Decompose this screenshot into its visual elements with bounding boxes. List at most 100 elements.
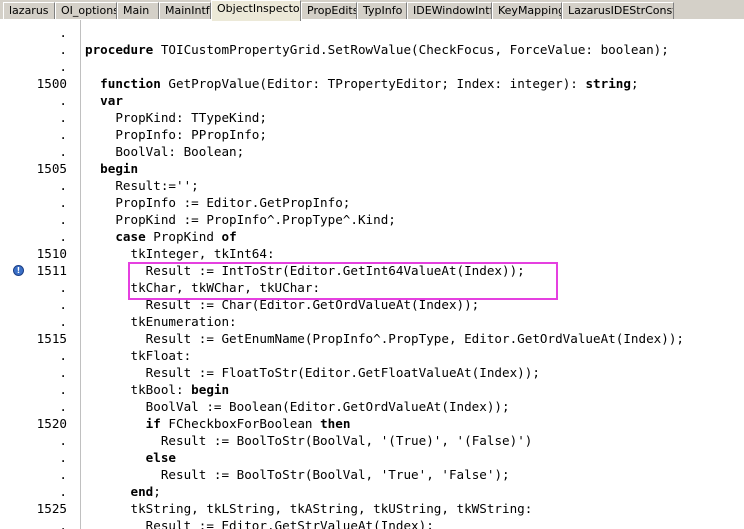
code-line[interactable]: . Result := FloatToStr(Editor.GetFloatVa… — [0, 364, 744, 381]
line-number: . — [59, 484, 67, 499]
line-number: . — [59, 280, 67, 295]
code-text: BoolVal := Boolean(Editor.GetOrdValueAt(… — [85, 399, 510, 414]
tab-main[interactable]: Main — [117, 2, 159, 20]
code-text: tkChar, tkWChar, tkUChar: — [85, 280, 321, 295]
line-number: 1505 — [36, 161, 67, 176]
code-line[interactable]: 1515 Result := GetEnumName(PropInfo^.Pro… — [0, 330, 744, 347]
tab-oi-options[interactable]: OI_options — [55, 2, 117, 20]
line-number: . — [59, 229, 67, 244]
code-line[interactable]: 1511! Result := IntToStr(Editor.GetInt64… — [0, 262, 744, 279]
tab-idewindowintf[interactable]: IDEWindowIntf — [407, 2, 492, 20]
line-number: . — [59, 450, 67, 465]
code-text: PropKind := PropInfo^.PropType^.Kind; — [85, 212, 396, 227]
code-line[interactable]: . else — [0, 449, 744, 466]
code-line[interactable]: . PropKind := PropInfo^.PropType^.Kind; — [0, 211, 744, 228]
breakpoint-marker-icon[interactable]: ! — [13, 265, 24, 276]
tab-bar-divider — [0, 19, 744, 20]
code-line[interactable]: . tkChar, tkWChar, tkUChar: — [0, 279, 744, 296]
code-line[interactable]: . procedure TOICustomPropertyGrid.SetRowV… — [0, 41, 744, 58]
code-line[interactable]: . Result := BoolToStr(BoolVal, '(True)',… — [0, 432, 744, 449]
code-line[interactable]: . Result := BoolToStr(BoolVal, 'True', '… — [0, 466, 744, 483]
code-text: else — [145, 450, 177, 465]
code-line[interactable]: . — [0, 24, 744, 41]
code-text: PropInfo: PPropInfo; — [85, 127, 267, 142]
code-line[interactable]: . tkEnumeration: — [0, 313, 744, 330]
tab-mainintf[interactable]: MainIntf — [159, 2, 211, 20]
code-line[interactable]: . Result := Editor.GetStrValueAt(Index); — [0, 517, 744, 529]
line-number: . — [59, 110, 67, 125]
code-text: Result := GetEnumName(PropInfo^.PropType… — [85, 331, 684, 346]
code-line[interactable]: 1525 tkString, tkLString, tkAString, tkU… — [0, 500, 744, 517]
code-line[interactable]: . PropKind: TTypeKind; — [0, 109, 744, 126]
line-number: . — [59, 178, 67, 193]
code-text: end; — [130, 484, 161, 499]
tab-objectinspector[interactable]: ObjectInspector — [211, 0, 301, 21]
code-text: case PropKind of — [115, 229, 237, 244]
code-text: Result:=''; — [85, 178, 199, 193]
code-text: Result := IntToStr(Editor.GetInt64ValueA… — [85, 263, 525, 278]
code-line[interactable]: . PropInfo := Editor.GetPropInfo; — [0, 194, 744, 211]
line-number: . — [59, 467, 67, 482]
line-number: 1511 — [36, 263, 67, 278]
code-text: if FCheckboxForBoolean then — [145, 416, 351, 431]
code-text: var — [100, 93, 123, 108]
code-line[interactable]: . — [0, 58, 744, 75]
code-text: Result := BoolToStr(BoolVal, 'True', 'Fa… — [85, 467, 510, 482]
code-text: begin — [100, 161, 139, 176]
code-line[interactable]: . BoolVal: Boolean; — [0, 143, 744, 160]
tab-lazaruside-strconsts[interactable]: LazarusIDEStrConsts — [562, 2, 674, 20]
code-text: PropKind: TTypeKind; — [85, 110, 267, 125]
line-number: . — [59, 518, 67, 529]
code-line[interactable]: . Result := Char(Editor.GetOrdValueAt(In… — [0, 296, 744, 313]
code-text: Result := Char(Editor.GetOrdValueAt(Inde… — [85, 297, 480, 312]
line-number: . — [59, 93, 67, 108]
code-text: tkInteger, tkInt64: — [85, 246, 275, 261]
line-number: . — [59, 42, 67, 57]
code-line[interactable]: 1510 tkInteger, tkInt64: — [0, 245, 744, 262]
line-number: 1520 — [36, 416, 67, 431]
line-number: 1510 — [36, 246, 67, 261]
line-number: . — [59, 297, 67, 312]
tab-propedits[interactable]: PropEdits — [301, 2, 357, 20]
line-number: . — [59, 59, 67, 74]
code-text: Result := FloatToStr(Editor.GetFloatValu… — [85, 365, 540, 380]
line-number: . — [59, 399, 67, 414]
editor-tab-bar: lazarus OI_options Main MainIntf ObjectI… — [0, 0, 744, 21]
code-line[interactable]: 1520 if FCheckboxForBoolean then — [0, 415, 744, 432]
code-text: BoolVal: Boolean; — [85, 144, 245, 159]
code-line[interactable]: . PropInfo: PPropInfo; — [0, 126, 744, 143]
code-line[interactable]: . case PropKind of — [0, 228, 744, 245]
code-line[interactable]: . end; — [0, 483, 744, 500]
tab-lazarus[interactable]: lazarus — [3, 2, 55, 20]
line-number: 1525 — [36, 501, 67, 516]
tab-typinfo[interactable]: TypInfo — [357, 2, 407, 20]
code-line[interactable]: . tkBool: begin — [0, 381, 744, 398]
line-number: 1500 — [36, 76, 67, 91]
code-line[interactable]: 1505 begin — [0, 160, 744, 177]
code-text: tkBool: begin — [85, 382, 230, 397]
line-number: . — [59, 212, 67, 227]
code-line[interactable]: 1500 function GetPropValue(Editor: TProp… — [0, 75, 744, 92]
line-number: . — [59, 314, 67, 329]
code-text: function GetPropValue(Editor: TPropertyE… — [100, 76, 639, 91]
code-line[interactable]: . var — [0, 92, 744, 109]
line-number: 1515 — [36, 331, 67, 346]
code-text: Result := BoolToStr(BoolVal, '(True)', '… — [85, 433, 533, 448]
code-text: PropInfo := Editor.GetPropInfo; — [85, 195, 351, 210]
source-editor[interactable]: .. procedure TOICustomPropertyGrid.SetRow… — [0, 20, 744, 529]
line-number: . — [59, 433, 67, 448]
line-number: . — [59, 127, 67, 142]
tab-keymapping[interactable]: KeyMapping — [492, 2, 562, 20]
line-number: . — [59, 382, 67, 397]
code-text: procedure TOICustomPropertyGrid.SetRowVa… — [85, 42, 669, 57]
code-text: Result := Editor.GetStrValueAt(Index); — [85, 518, 434, 529]
line-number: . — [59, 195, 67, 210]
code-line[interactable]: . Result:=''; — [0, 177, 744, 194]
code-line[interactable]: . BoolVal := Boolean(Editor.GetOrdValueA… — [0, 398, 744, 415]
code-lines: .. procedure TOICustomPropertyGrid.SetRow… — [0, 24, 744, 529]
line-number: . — [59, 25, 67, 40]
code-text: tkEnumeration: — [85, 314, 237, 329]
code-line[interactable]: . tkFloat: — [0, 347, 744, 364]
line-number: . — [59, 144, 67, 159]
line-number: . — [59, 365, 67, 380]
